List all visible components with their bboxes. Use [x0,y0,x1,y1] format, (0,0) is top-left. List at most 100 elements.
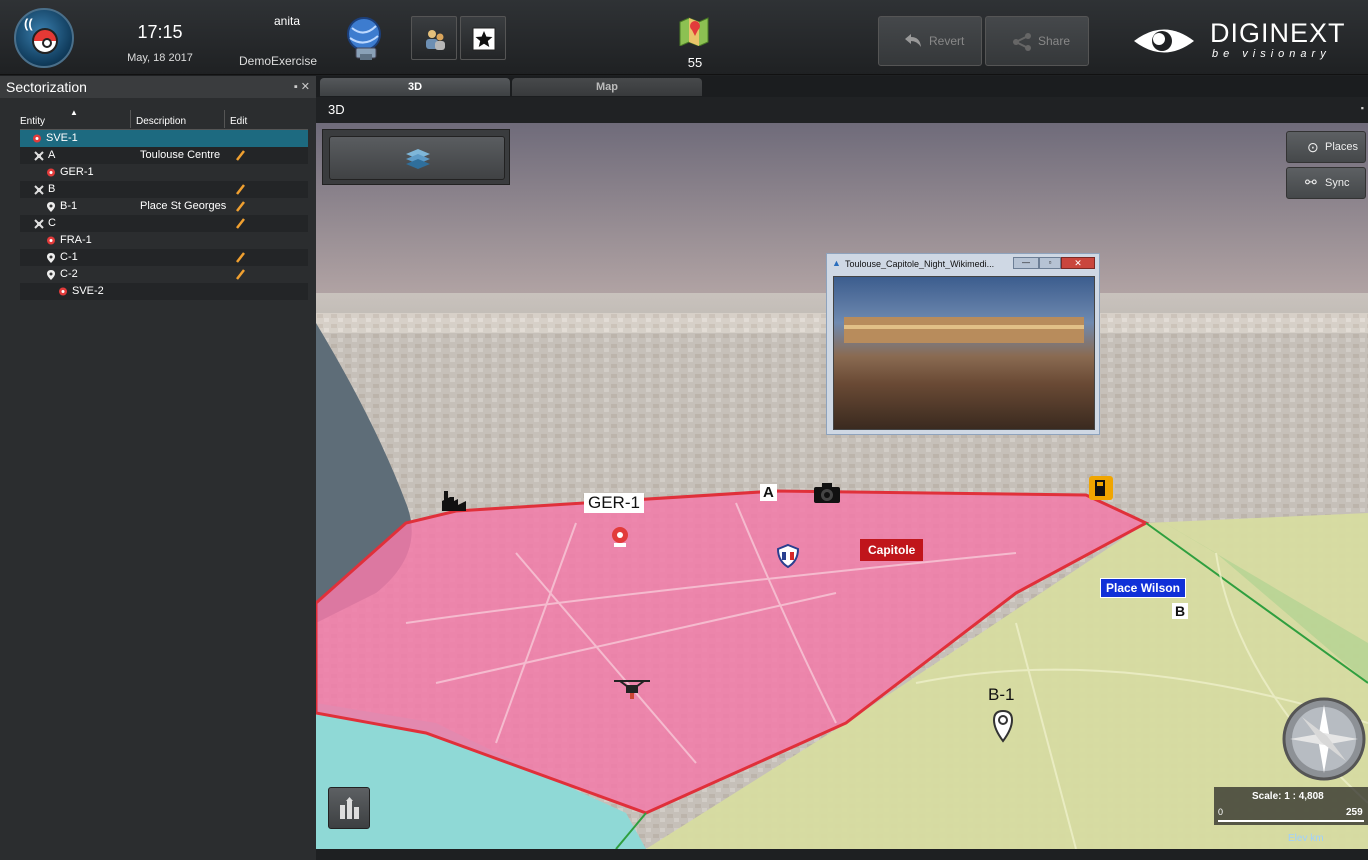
share-button[interactable]: Share [985,16,1089,66]
grid-rows: SVE-1 A Toulouse Centre GER-1 B B-1 Place St G… [20,130,308,300]
label-a[interactable]: A [760,484,777,501]
sync-button[interactable]: ⚯ Sync [1286,167,1366,199]
edit-pencil-icon[interactable] [236,200,246,212]
capitole-photo [833,276,1095,430]
eye-logo-icon [1134,29,1194,53]
entity-description: Toulouse Centre [140,149,221,161]
share-label: Share [1038,34,1071,48]
edit-pencil-icon[interactable] [236,149,246,161]
places-label: Places [1325,141,1359,153]
places-button[interactable]: ⊙ Places [1286,131,1366,163]
tab-3d[interactable]: 3D [320,78,510,96]
drone-icon[interactable] [612,675,652,703]
star-icon [472,27,496,51]
brand-tagline: be visionary [1212,48,1331,60]
table-row[interactable]: A Toulouse Centre [20,147,308,164]
close-window-button[interactable]: ✕ [1061,257,1095,269]
3d-map-view[interactable]: ⊙ Places ⚯ Sync ▲ Toulouse_Capitole_Nigh… [316,123,1368,849]
label-b1[interactable]: B-1 [988,685,1014,705]
edit-pencil-icon[interactable] [236,217,246,229]
view-title: 3D [328,102,345,117]
table-row[interactable]: C-2 [20,266,308,283]
signal-icon: (( [24,16,33,31]
users-button[interactable] [411,16,457,60]
drone-marker-icon [46,235,56,245]
scale-text: Scale: 1 : 4,808 [1252,791,1324,802]
table-row[interactable]: C [20,215,308,232]
favorites-button[interactable] [460,16,506,60]
pin-icon [46,252,56,263]
table-row[interactable]: GER-1 [20,164,308,181]
panel-title: Sectorization [0,76,316,98]
tools-button[interactable] [328,787,370,829]
clock-time: 17:15 [137,22,183,42]
close-panel-icon[interactable]: ✕ [301,81,310,93]
layers-panel [322,129,510,185]
elevation-text: Elev km [1288,833,1324,844]
revert-label: Revert [929,34,965,48]
table-row[interactable]: SVE-2 [20,283,308,300]
table-row[interactable]: C-1 [20,249,308,266]
ger1-drone-marker-icon[interactable] [610,525,630,549]
table-row[interactable]: B [20,181,308,198]
table-row[interactable]: SVE-1 [20,130,308,147]
drone-marker-icon [58,286,68,296]
layers-icon [406,149,430,169]
tab-map[interactable]: Map [512,78,702,96]
entity-name: C-2 [60,268,78,280]
user-name: anita [273,14,301,28]
users-icon [426,30,445,50]
brand-logo: DIGINEXT be visionary [1130,16,1350,66]
entity-name: C-1 [60,251,78,263]
status-strip [316,849,1368,860]
factory-icon[interactable] [440,485,468,513]
entity-name: B-1 [60,200,78,212]
pin-view-icon[interactable]: ▪ [1361,103,1364,113]
panel-controls: ▪ ✕ [294,76,310,98]
scale-end: 259 [1346,807,1363,818]
drone-marker-icon [46,167,56,177]
pin-panel-icon[interactable]: ▪ [294,81,298,93]
fuel-station-icon[interactable] [1088,475,1114,501]
clock-date: May, 18 2017 [127,52,193,64]
undo-icon [905,34,921,47]
drone-marker-icon [32,133,42,143]
label-b[interactable]: B [1172,603,1189,619]
table-row[interactable]: B-1 Place St Georges [20,198,308,215]
map-icon[interactable] [678,16,710,46]
table-row[interactable]: FRA-1 [20,232,308,249]
map-count: 55 [687,55,703,70]
police-badge-icon[interactable] [776,543,800,569]
sector-icon [34,150,44,161]
camera-icon[interactable] [812,481,842,505]
label-ger1[interactable]: GER-1 [584,493,644,513]
maximize-button[interactable]: ▫ [1039,257,1061,269]
sort-arrow-icon[interactable]: ▲ [70,108,78,117]
minimize-button[interactable]: — [1013,257,1039,269]
compass-icon[interactable] [1280,695,1368,783]
app-window-icon: ▲ [832,258,841,268]
pin-icon [46,269,56,280]
image-popup-window[interactable]: ▲ Toulouse_Capitole_Night_Wikimedi... — … [826,253,1100,435]
exercise-name: DemoExercise [238,54,318,68]
revert-button[interactable]: Revert [878,16,982,66]
layers-button[interactable] [329,136,505,180]
tools-icon [340,797,359,819]
entity-name: SVE-1 [46,132,78,144]
b1-pin-icon[interactable] [992,709,1014,743]
col-edit[interactable]: Edit [230,116,247,127]
sector-icon [34,218,44,229]
col-entity[interactable]: Entity [20,116,45,127]
building-facade [844,317,1084,343]
edit-pencil-icon[interactable] [236,268,246,280]
location-pin-icon: ⊙ [1307,139,1319,155]
edit-pencil-icon[interactable] [236,183,246,195]
label-capitole[interactable]: Capitole [860,539,924,561]
col-description[interactable]: Description [136,116,186,127]
map-canvas [316,123,1368,849]
entity-description: Place St Georges [140,200,227,212]
globe-network-icon[interactable] [344,14,386,64]
label-place-wilson[interactable]: Place Wilson [1100,578,1186,598]
scale-line [1218,820,1364,822]
edit-pencil-icon[interactable] [236,251,246,263]
